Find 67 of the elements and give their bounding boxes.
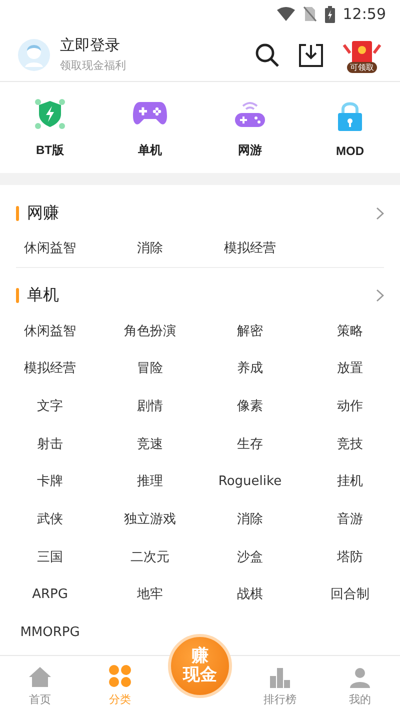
status-time: 12:59 [342,5,386,23]
login-title[interactable]: 立即登录 [60,36,236,55]
genre-tag[interactable]: 竞技 [300,424,400,462]
genre-tag[interactable]: 回合制 [300,576,400,614]
home-icon [28,666,52,688]
genre-tag[interactable]: 竞速 [100,424,200,462]
genre-tag[interactable]: 地牢 [100,576,200,614]
genre-tag[interactable]: 策略 [300,312,400,350]
genre-tag[interactable]: 文字 [0,387,100,425]
category-shortcut[interactable]: MOD [300,82,400,173]
nav-tab[interactable]: 我的 [320,656,400,711]
grid-icon [108,664,132,688]
genre-tag[interactable]: 挂机 [300,462,400,500]
avatar-icon [18,38,50,70]
category-shortcut[interactable]: BT版 [0,82,100,173]
genre-tag[interactable]: 二次元 [100,538,200,576]
genre-tag[interactable]: ARPG [0,576,100,614]
gift-envelope-button[interactable]: 可领取 [342,36,382,72]
genre-tag[interactable]: 消除 [200,500,300,538]
genre-tag[interactable]: 卡牌 [0,462,100,500]
ranking-icon [268,666,292,688]
genre-tag[interactable]: Roguelike [200,462,300,500]
genre-tag[interactable]: 养成 [200,349,300,388]
genre-tag[interactable]: 生存 [200,424,300,462]
genre-tag[interactable]: 放置 [300,349,400,388]
login-subtitle: 领取现金福利 [60,58,127,73]
genre-tag[interactable]: 三国 [0,538,100,576]
accent-bar [16,288,19,304]
wireless-gamepad-icon [233,99,267,129]
genre-tag[interactable]: 推理 [100,462,200,500]
download-button[interactable] [298,42,324,68]
genre-tag[interactable]: 射击 [0,424,100,462]
category-shortcut[interactable]: 网游 [200,82,300,173]
genre-tag[interactable]: 独立游戏 [100,500,200,538]
category-shortcut[interactable]: 单机 [100,82,200,173]
shield-icon [33,97,67,131]
chevron-right-icon[interactable] [376,289,384,302]
wifi-icon [276,7,295,21]
genre-tag[interactable]: 解密 [200,312,300,350]
genre-tag[interactable]: 塔防 [300,538,400,576]
genre-tag[interactable]: 剧情 [100,387,200,425]
genre-tag[interactable]: 沙盒 [200,538,300,576]
genre-tag[interactable]: 模拟经营 [200,229,300,267]
genre-tag[interactable]: 消除 [100,229,200,267]
person-icon [349,666,371,688]
chevron-right-icon[interactable] [376,206,384,220]
genre-tag[interactable]: 模拟经营 [0,349,100,388]
lock-icon [336,100,364,132]
no-sim-icon [302,6,317,22]
nav-tab[interactable]: 首页 [0,656,80,711]
search-button[interactable] [254,42,280,68]
genre-tag[interactable]: 像素 [200,387,300,425]
reward-badge: 可领取 [347,62,377,72]
genre-tag[interactable]: 角色扮演 [100,312,200,350]
genre-tag[interactable]: 休闲益智 [0,229,100,267]
genre-tag[interactable]: 动作 [300,387,400,425]
section-title: 网赚 [27,202,60,224]
genre-tag[interactable]: MMORPG [0,613,100,651]
genre-tag[interactable]: 音游 [300,500,400,538]
genre-tag[interactable]: 武侠 [0,500,100,538]
section-title: 单机 [27,285,60,306]
nav-tab[interactable]: 排行榜 [240,656,320,711]
genre-tag[interactable]: 战棋 [200,576,300,614]
battery-icon [324,6,335,22]
genre-tag[interactable]: 休闲益智 [0,312,100,350]
genre-tag[interactable]: 冒险 [100,349,200,388]
accent-bar [16,206,19,220]
